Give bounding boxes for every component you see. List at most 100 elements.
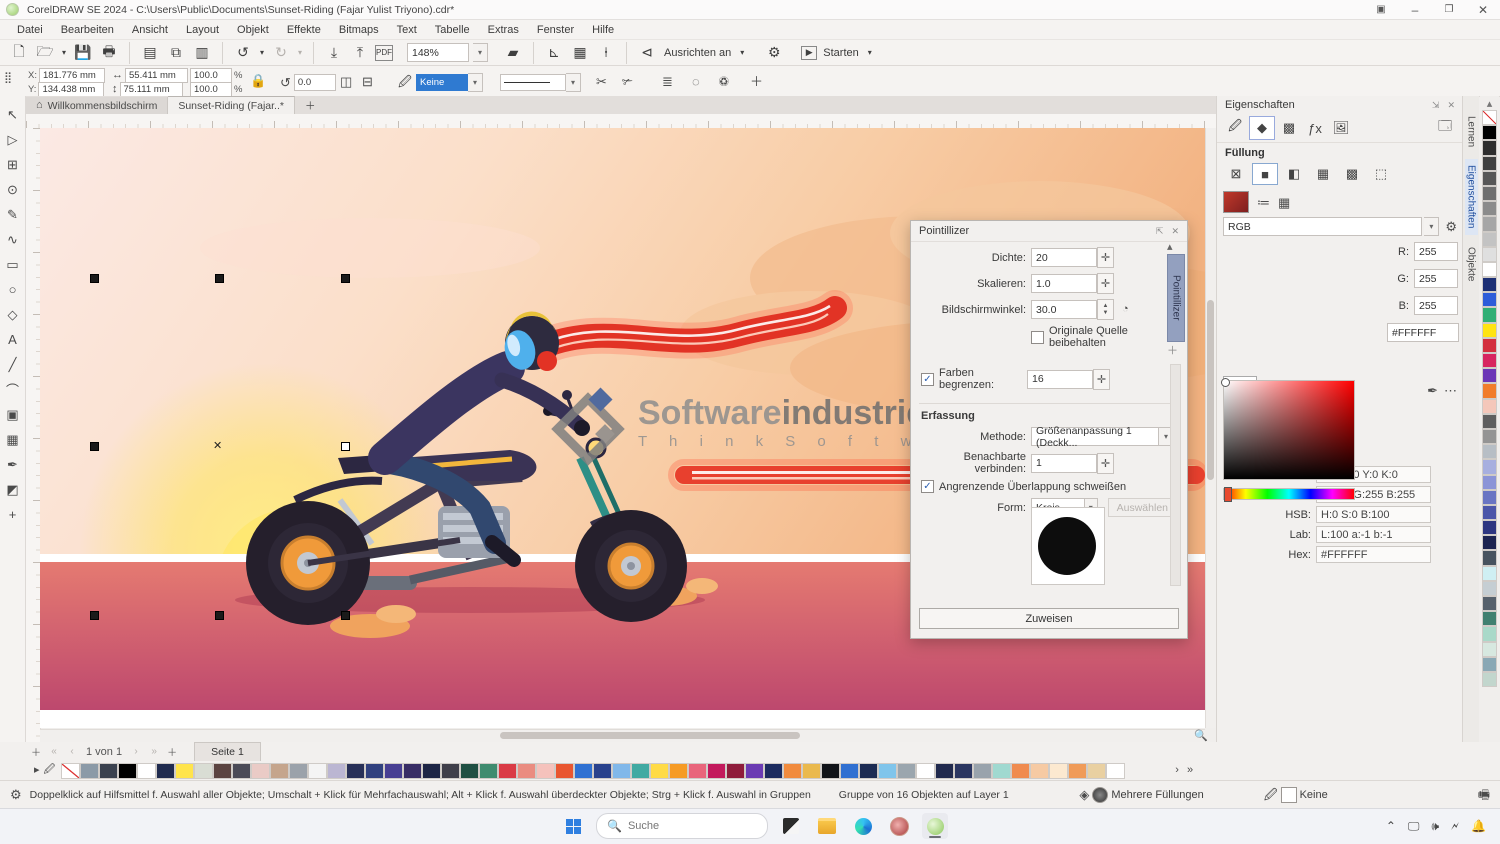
palette-swatch[interactable] xyxy=(137,763,156,779)
palette-swatch[interactable] xyxy=(1482,642,1497,657)
task-view-button[interactable] xyxy=(778,813,804,839)
taskbar-search[interactable]: 🔍 Suche xyxy=(596,813,768,839)
palette-swatch[interactable] xyxy=(897,763,916,779)
panel-pin-icon[interactable]: ⇲ xyxy=(1432,100,1440,111)
last-page-icon[interactable]: » xyxy=(146,746,162,757)
panel-close-icon[interactable]: ✕ xyxy=(1447,100,1455,111)
menu-item[interactable]: Fenster xyxy=(528,20,583,39)
b-input[interactable]: 255 xyxy=(1414,296,1458,315)
palette-swatch[interactable] xyxy=(365,763,384,779)
rulers-toggle-icon[interactable]: ⊾ xyxy=(543,42,565,64)
palette-swatch[interactable] xyxy=(859,763,878,779)
menu-item[interactable]: Hilfe xyxy=(583,20,623,39)
propbar-more-icon[interactable]: ＋ xyxy=(750,75,763,88)
fullscreen-preview-icon[interactable]: ▰ xyxy=(502,42,524,64)
selection-handle-nw[interactable] xyxy=(90,274,99,283)
menu-item[interactable]: Bearbeiten xyxy=(52,20,123,39)
palette-swatch[interactable] xyxy=(726,763,745,779)
uniform-fill-icon[interactable]: ■ xyxy=(1252,163,1278,185)
palette-swatch[interactable] xyxy=(1068,763,1087,779)
palette-swatch[interactable] xyxy=(1482,156,1497,171)
height-field[interactable]: 75.111 mm xyxy=(120,82,183,97)
current-fill-swatch[interactable] xyxy=(1223,191,1249,213)
selection-handle-sw[interactable] xyxy=(90,611,99,620)
palette-swatch[interactable] xyxy=(1482,338,1497,353)
prev-page-icon[interactable]: ‹ xyxy=(64,746,80,757)
palette-swatch[interactable] xyxy=(1106,763,1125,779)
palette-swatch[interactable] xyxy=(973,763,992,779)
palette-swatch[interactable] xyxy=(1482,292,1497,307)
palette-swatch[interactable] xyxy=(403,763,422,779)
toolbox-tool[interactable]: ▦ xyxy=(2,427,24,452)
close-curve-icon[interactable]: ✃ xyxy=(622,75,633,88)
palette-swatch[interactable] xyxy=(99,763,118,779)
r-input[interactable]: 255 xyxy=(1414,242,1458,261)
start-button[interactable] xyxy=(560,813,586,839)
palette-swatch[interactable] xyxy=(688,763,707,779)
zoom-level-input[interactable]: 148% xyxy=(407,43,469,62)
horizontal-scrollbar-thumb[interactable] xyxy=(500,732,800,739)
palette-swatch[interactable] xyxy=(1482,216,1497,231)
palette-swatch[interactable] xyxy=(61,763,80,779)
y-position-field[interactable]: 134.438 mm xyxy=(38,82,104,97)
color-field-marker[interactable] xyxy=(1221,378,1230,387)
toolbox-tool[interactable]: + xyxy=(2,502,24,527)
selection-center-marker[interactable]: ✕ xyxy=(213,439,222,452)
palette-swatch[interactable] xyxy=(1482,201,1497,216)
toolbox-tool[interactable]: ▣ xyxy=(2,402,24,427)
edge-browser-button[interactable] xyxy=(850,813,876,839)
horizontal-ruler[interactable] xyxy=(26,114,1216,129)
palette-swatch[interactable] xyxy=(1087,763,1106,779)
palette-swatch[interactable] xyxy=(1482,399,1497,414)
merge-adjacent-input[interactable]: 1 xyxy=(1031,454,1097,473)
toolbox-tool[interactable]: ⊞ xyxy=(2,152,24,177)
palette-swatch[interactable] xyxy=(1482,125,1497,140)
line-style-dropdown-icon[interactable]: ▾ xyxy=(566,73,581,92)
toolbox-tool[interactable]: ✎ xyxy=(2,202,24,227)
palette-swatch[interactable] xyxy=(118,763,137,779)
palette-swatch[interactable] xyxy=(213,763,232,779)
docker-add-icon[interactable]: ＋ xyxy=(1167,342,1178,360)
toolbox-tool[interactable]: ◇ xyxy=(2,302,24,327)
palette-expand-icon[interactable]: ▸ xyxy=(34,765,40,776)
palette-swatch[interactable] xyxy=(1482,171,1497,186)
fountain-fill-icon[interactable]: ◧ xyxy=(1281,163,1307,185)
color-model-select[interactable]: RGB xyxy=(1223,217,1422,236)
battery-icon[interactable]: 🗲 xyxy=(1451,819,1459,834)
palette-swatch[interactable] xyxy=(650,763,669,779)
options-gear-icon[interactable]: ⚙ xyxy=(763,42,785,64)
page-frame-icon[interactable]: 🗔 xyxy=(1433,117,1457,139)
angle-spinner[interactable]: ▲▼ xyxy=(1097,299,1114,320)
next-page-icon[interactable]: › xyxy=(128,746,144,757)
palette-swatch[interactable] xyxy=(669,763,688,779)
palette-swatch[interactable] xyxy=(631,763,650,779)
palette-more-icon[interactable]: » xyxy=(1187,765,1193,776)
page-tab[interactable]: Seite 1 xyxy=(194,742,261,761)
close-button[interactable]: ✕ xyxy=(1466,0,1500,19)
palette-swatch[interactable] xyxy=(878,763,897,779)
selection-handle-ne[interactable] xyxy=(341,274,350,283)
add-page-end-icon[interactable]: ＋ xyxy=(164,744,180,759)
file-explorer-button[interactable] xyxy=(814,813,840,839)
palette-swatch[interactable] xyxy=(270,763,289,779)
menu-item[interactable]: Extras xyxy=(479,20,528,39)
palette-swatch[interactable] xyxy=(479,763,498,779)
account-icon[interactable]: ▣ xyxy=(1364,0,1398,19)
menu-item[interactable]: Bitmaps xyxy=(330,20,388,39)
palette-right-arrow-icon[interactable]: › xyxy=(1175,765,1179,776)
network-icon[interactable]: 🖵 xyxy=(1408,819,1420,834)
toolbox-tool[interactable]: ∿ xyxy=(2,227,24,252)
menu-item[interactable]: Objekt xyxy=(228,20,278,39)
angle-dial-icon[interactable]: ◔ xyxy=(1122,304,1129,315)
mirror-horizontal-icon[interactable]: ◫ xyxy=(340,75,352,88)
photo-paint-button[interactable] xyxy=(886,813,912,839)
palette-swatch[interactable] xyxy=(1482,611,1497,626)
texture-fill-icon[interactable]: ▩ xyxy=(1339,163,1365,185)
palette-swatch[interactable] xyxy=(251,763,270,779)
undo-icon[interactable]: ↺ xyxy=(232,42,254,64)
tray-chevron-icon[interactable]: ⌃ xyxy=(1386,819,1396,833)
docker-tab[interactable]: Eigenschaften xyxy=(1465,159,1478,234)
minimize-button[interactable]: – xyxy=(1398,0,1432,19)
palette-swatch[interactable] xyxy=(783,763,802,779)
palette-pen-icon[interactable]: 🖉 xyxy=(44,765,56,776)
